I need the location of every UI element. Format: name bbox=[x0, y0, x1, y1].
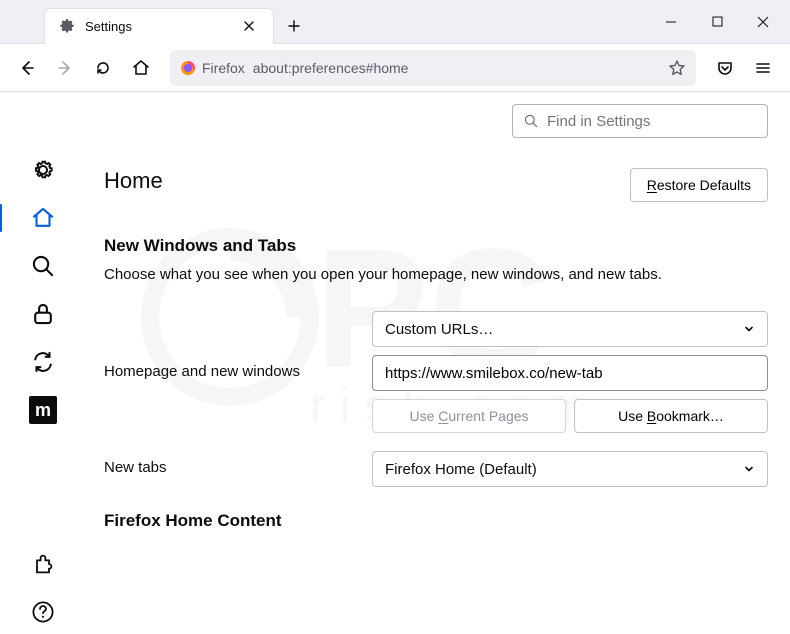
close-icon bbox=[243, 20, 255, 32]
settings-content: Home Restore Defaults New Windows and Ta… bbox=[86, 92, 790, 634]
sidebar-item-general[interactable] bbox=[21, 148, 65, 192]
window-close-button[interactable] bbox=[740, 4, 786, 40]
close-icon bbox=[757, 16, 769, 28]
gear-icon bbox=[59, 18, 75, 34]
app-menu-button[interactable] bbox=[746, 51, 780, 85]
search-icon bbox=[523, 113, 539, 129]
sync-icon bbox=[30, 349, 56, 375]
sidebar-item-help[interactable] bbox=[21, 590, 65, 634]
forward-icon bbox=[56, 59, 74, 77]
puzzle-icon bbox=[31, 552, 55, 576]
homepage-label: Homepage and new windows bbox=[104, 355, 372, 380]
hamburger-icon bbox=[754, 59, 772, 77]
sidebar-item-home[interactable] bbox=[21, 196, 65, 240]
window-minimize-button[interactable] bbox=[648, 4, 694, 40]
back-icon bbox=[18, 59, 36, 77]
forward-button bbox=[48, 51, 82, 85]
use-current-pages-button: Use Current Pages bbox=[372, 399, 566, 433]
browser-toolbar: Firefox about:preferences#home bbox=[0, 44, 790, 92]
browser-tab[interactable]: Settings bbox=[44, 8, 274, 44]
sidebar-item-search[interactable] bbox=[21, 244, 65, 288]
homepage-mode-select[interactable]: Custom URLs… bbox=[372, 311, 768, 347]
sidebar-item-extensions[interactable] bbox=[21, 542, 65, 586]
pocket-button[interactable] bbox=[708, 51, 742, 85]
url-bar[interactable]: Firefox about:preferences#home bbox=[170, 50, 696, 86]
section-new-windows-tabs-desc: Choose what you see when you open your h… bbox=[104, 266, 768, 283]
mozilla-icon: m bbox=[29, 396, 57, 424]
firefox-icon bbox=[180, 60, 196, 76]
help-icon bbox=[31, 600, 55, 624]
urlbar-text: about:preferences#home bbox=[253, 60, 409, 76]
sidebar-item-privacy[interactable] bbox=[21, 292, 65, 336]
browser-titlebar: Settings bbox=[0, 0, 790, 44]
reload-button[interactable] bbox=[86, 51, 120, 85]
homepage-url-input[interactable] bbox=[372, 355, 768, 391]
home-button[interactable] bbox=[124, 51, 158, 85]
back-button[interactable] bbox=[10, 51, 44, 85]
chevron-down-icon bbox=[743, 463, 755, 475]
sidebar-item-more-mozilla[interactable]: m bbox=[21, 388, 65, 432]
section-new-windows-tabs-title: New Windows and Tabs bbox=[104, 236, 768, 256]
home-icon bbox=[30, 205, 56, 231]
homepage-mode-value: Custom URLs… bbox=[385, 321, 493, 338]
pocket-icon bbox=[716, 59, 734, 77]
urlbar-identity: Firefox bbox=[180, 60, 245, 76]
lock-icon bbox=[30, 301, 56, 327]
window-controls bbox=[648, 4, 786, 40]
restore-defaults-button[interactable]: Restore Defaults bbox=[630, 168, 768, 202]
find-in-settings[interactable] bbox=[512, 104, 768, 138]
close-tab-button[interactable] bbox=[239, 16, 259, 36]
sidebar-item-sync[interactable] bbox=[21, 340, 65, 384]
maximize-icon bbox=[712, 16, 723, 27]
page-title: Home bbox=[104, 168, 163, 194]
gear-icon bbox=[30, 157, 56, 183]
find-in-settings-input[interactable] bbox=[547, 113, 757, 130]
urlbar-identity-text: Firefox bbox=[202, 60, 245, 76]
window-maximize-button[interactable] bbox=[694, 4, 740, 40]
plus-icon bbox=[287, 19, 301, 33]
star-icon bbox=[668, 59, 686, 77]
home-icon bbox=[131, 58, 151, 78]
bookmark-star-button[interactable] bbox=[668, 59, 686, 77]
newtabs-label: New tabs bbox=[104, 451, 372, 476]
new-tab-button[interactable] bbox=[280, 12, 308, 40]
minimize-icon bbox=[665, 16, 677, 28]
newtabs-mode-value: Firefox Home (Default) bbox=[385, 461, 537, 478]
chevron-down-icon bbox=[743, 323, 755, 335]
reload-icon bbox=[94, 59, 112, 77]
settings-sidebar: m bbox=[0, 92, 86, 634]
tab-label: Settings bbox=[85, 19, 229, 34]
use-bookmark-button[interactable]: Use Bookmark… bbox=[574, 399, 768, 433]
newtabs-mode-select[interactable]: Firefox Home (Default) bbox=[372, 451, 768, 487]
search-icon bbox=[30, 253, 56, 279]
section-firefox-home-content-title: Firefox Home Content bbox=[104, 511, 768, 531]
